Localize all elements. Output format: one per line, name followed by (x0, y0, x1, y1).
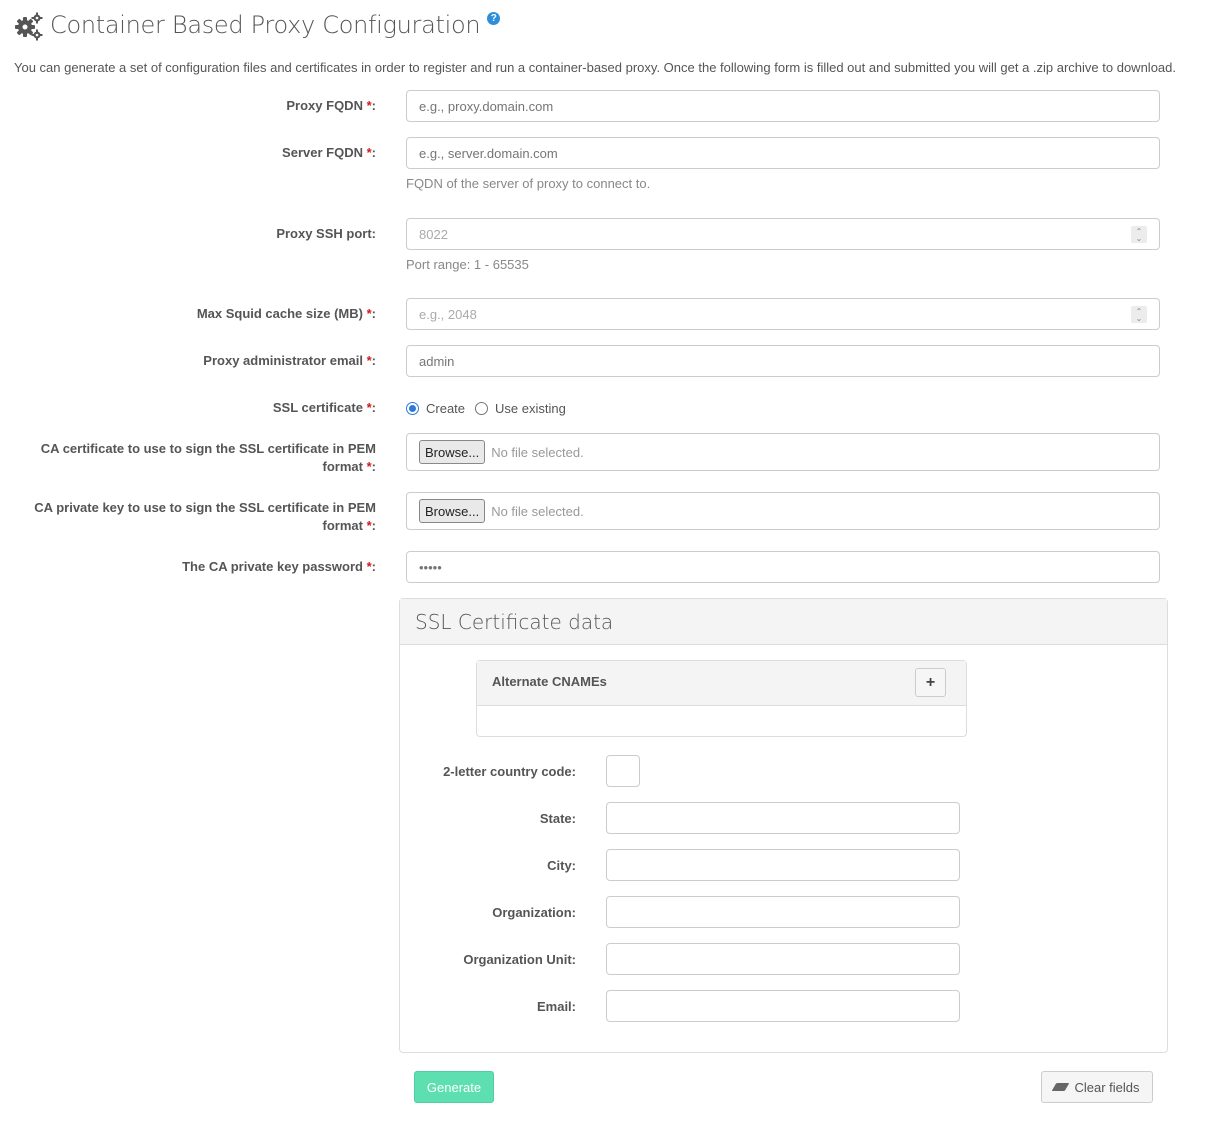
alternate-cnames-panel: Alternate CNAMEs + (476, 660, 967, 737)
clear-fields-label: Clear fields (1074, 1079, 1140, 1095)
email-input[interactable] (606, 990, 960, 1022)
ca-password-label: The CA private key password *: (182, 559, 376, 574)
ca-private-key-file-status: No file selected. (491, 503, 584, 519)
ssl-certificate-data-panel: SSL Certificate data Alternate CNAMEs + … (399, 598, 1168, 1053)
country-code-input[interactable] (606, 755, 640, 787)
radio-create-label[interactable]: Create (426, 401, 465, 416)
question-circle-icon[interactable]: ? (487, 12, 501, 25)
add-cname-button[interactable]: + (915, 668, 946, 697)
ssl-certificate-radio-group: Create Use existing (406, 401, 576, 416)
alternate-cnames-heading: Alternate CNAMEs + (477, 661, 966, 706)
squid-cache-label: Max Squid cache size (MB) *: (196, 306, 376, 321)
ssh-port-input[interactable]: 8022 ⌃ ⌄ (406, 218, 1160, 250)
page-header: Container Based Proxy Configuration ? (14, 8, 501, 42)
ca-private-key-label: CA private key to use to sign the SSL ce… (34, 500, 376, 533)
ca-certificate-file-input[interactable]: Browse... No file selected. (406, 433, 1160, 471)
ssl-panel-title: SSL Certificate data (415, 609, 614, 634)
server-fqdn-input[interactable] (406, 137, 1160, 169)
radio-use-existing[interactable] (475, 402, 489, 415)
city-input[interactable] (606, 849, 960, 881)
proxy-fqdn-input[interactable] (406, 90, 1160, 122)
squid-cache-placeholder: e.g., 2048 (419, 306, 477, 322)
ssl-certificate-label: SSL certificate *: (272, 400, 376, 415)
admin-email-input[interactable] (406, 345, 1160, 377)
ca-certificate-file-status: No file selected. (491, 444, 584, 460)
ssh-port-help: Port range: 1 - 65535 (406, 257, 529, 272)
ssh-port-placeholder: 8022 (419, 226, 448, 242)
ssh-port-spinner[interactable]: ⌃ ⌄ (1131, 226, 1147, 243)
alternate-cnames-title: Alternate CNAMEs (492, 674, 607, 689)
admin-email-label: Proxy administrator email *: (203, 353, 376, 368)
country-code-label: 2-letter country code: (443, 764, 576, 779)
server-fqdn-help: FQDN of the server of proxy to connect t… (406, 176, 651, 191)
state-label: State: (539, 811, 576, 826)
organization-input[interactable] (606, 896, 960, 928)
radio-use-existing-label[interactable]: Use existing (495, 401, 566, 416)
ssh-port-label: Proxy SSH port: (276, 226, 376, 241)
ca-private-key-file-input[interactable]: Browse... No file selected. (406, 492, 1160, 530)
ssl-panel-heading: SSL Certificate data (400, 599, 1167, 645)
organization-label: Organization: (492, 905, 576, 920)
ca-password-input[interactable] (406, 551, 1160, 583)
radio-create[interactable] (406, 402, 419, 415)
state-input[interactable] (606, 802, 960, 834)
ca-certificate-browse-button[interactable]: Browse... (419, 440, 486, 464)
server-fqdn-label: Server FQDN *: (282, 145, 376, 160)
email-label: Email: (536, 999, 576, 1014)
clear-fields-button[interactable]: Clear fields (1041, 1071, 1153, 1103)
proxy-fqdn-label: Proxy FQDN *: (286, 98, 376, 113)
organization-unit-label: Organization Unit: (463, 952, 576, 967)
ca-private-key-browse-button[interactable]: Browse... (419, 499, 486, 523)
eraser-icon (1052, 1083, 1070, 1091)
city-label: City: (547, 858, 576, 873)
page-title: Container Based Proxy Configuration (50, 11, 481, 39)
squid-cache-input[interactable]: e.g., 2048 ⌃ ⌄ (406, 298, 1160, 330)
gears-icon (15, 12, 43, 41)
organization-unit-input[interactable] (606, 943, 960, 975)
generate-button[interactable]: Generate (414, 1071, 494, 1103)
squid-cache-spinner[interactable]: ⌃ ⌄ (1131, 306, 1147, 323)
intro-text: You can generate a set of configuration … (14, 60, 1176, 75)
ca-certificate-label: CA certificate to use to sign the SSL ce… (40, 441, 376, 474)
